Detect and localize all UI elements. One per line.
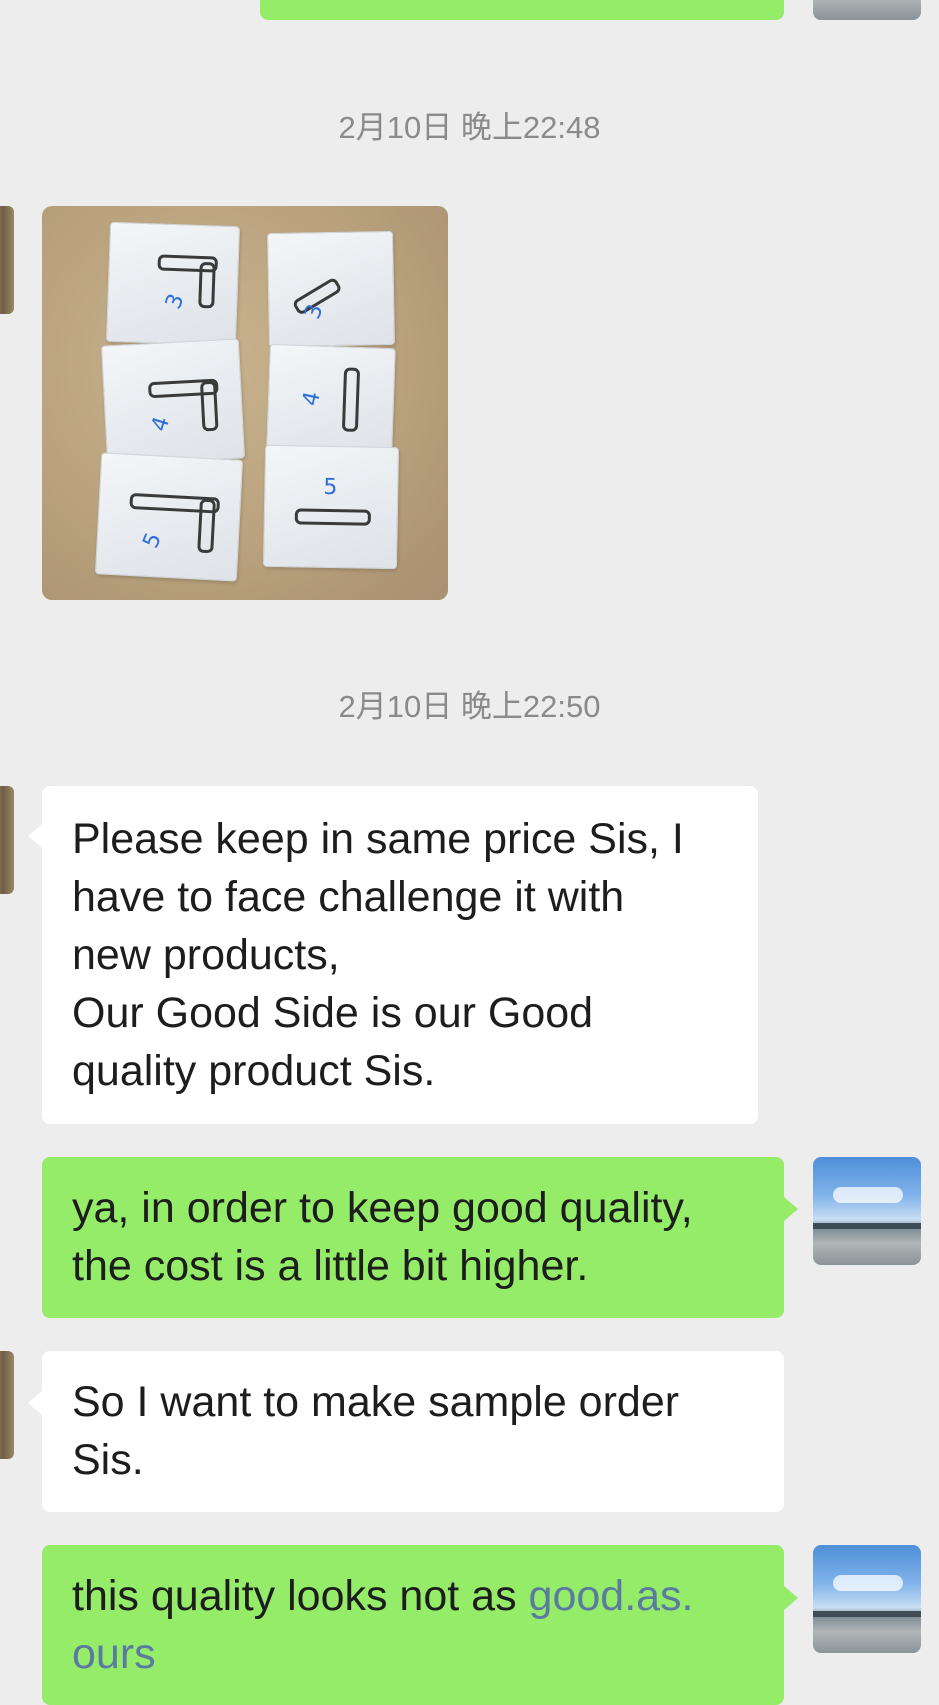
- message-line: Sis.: [72, 1436, 144, 1484]
- bubble-tail: [28, 824, 42, 848]
- message-line: have to face challenge it with: [72, 873, 625, 921]
- sample-pouch: 5: [94, 452, 244, 582]
- avatar-cloud: [833, 1575, 903, 1591]
- sample-pouch: 3: [267, 230, 395, 348]
- message-bubble-outgoing[interactable]: ya, in order to keep good quality, the c…: [42, 1157, 784, 1318]
- chain-sample: [198, 261, 216, 309]
- message-line: ours: [72, 1625, 754, 1683]
- my-avatar[interactable]: [813, 0, 921, 20]
- message-line: the cost is a little bit higher.: [72, 1242, 589, 1290]
- chain-sample: [197, 498, 216, 554]
- avatar-horizon: [813, 1223, 921, 1229]
- chain-sample: [294, 508, 371, 526]
- sample-pouch: 4: [266, 343, 396, 455]
- contact-avatar[interactable]: [0, 206, 14, 314]
- timestamp: 2月10日 晚上22:50: [338, 689, 601, 724]
- bubble-tail: [28, 1391, 42, 1415]
- my-avatar[interactable]: [813, 1545, 921, 1653]
- message-line: new products,: [72, 931, 340, 979]
- message-line: this quality looks not as good.as.: [72, 1567, 754, 1625]
- timestamp: 2月10日 晚上22:48: [338, 110, 601, 145]
- chain-sample: [341, 367, 361, 432]
- message-bubble-outgoing[interactable]: this quality looks not as good.as. ours: [42, 1545, 784, 1705]
- pouch-label: 3: [300, 301, 329, 323]
- message-line: Our Good Side is our Good: [72, 989, 594, 1037]
- bubble-tail: [784, 1197, 798, 1221]
- message-line: ya, in order to keep good quality,: [72, 1184, 693, 1232]
- pouch-label: 5: [138, 529, 167, 553]
- message-link[interactable]: ours: [72, 1630, 156, 1678]
- message-line: quality product Sis.: [72, 1047, 436, 1095]
- message-text: this quality looks not as: [72, 1572, 529, 1620]
- my-avatar[interactable]: [813, 1157, 921, 1265]
- contact-avatar[interactable]: [0, 1351, 14, 1459]
- sample-pouch: 3: [105, 221, 241, 347]
- pouch-label: 4: [147, 413, 176, 435]
- message-bubble-incoming[interactable]: Please keep in same price Sis, I have to…: [42, 786, 758, 1124]
- sample-pouch: 4: [100, 338, 246, 466]
- message-line: Please keep in same price Sis, I: [72, 815, 684, 863]
- avatar-cloud: [833, 1187, 903, 1203]
- pouch-label: 3: [161, 290, 190, 313]
- bubble-tail: [784, 1586, 798, 1610]
- message-line: So I want to make sample order: [72, 1378, 680, 1426]
- image-message[interactable]: 3 4 5 3 4 5: [42, 206, 448, 600]
- contact-avatar[interactable]: [0, 786, 14, 894]
- pouch-label: 4: [298, 389, 326, 409]
- message-bubble-incoming[interactable]: So I want to make sample order Sis.: [42, 1351, 784, 1512]
- message-bubble-outgoing-partial[interactable]: [260, 0, 784, 20]
- chain-sample: [199, 380, 219, 432]
- avatar-horizon: [813, 1611, 921, 1617]
- pouch-label: 5: [323, 474, 338, 501]
- message-link[interactable]: good.as.: [529, 1572, 694, 1620]
- sample-pouch: 5: [262, 444, 400, 570]
